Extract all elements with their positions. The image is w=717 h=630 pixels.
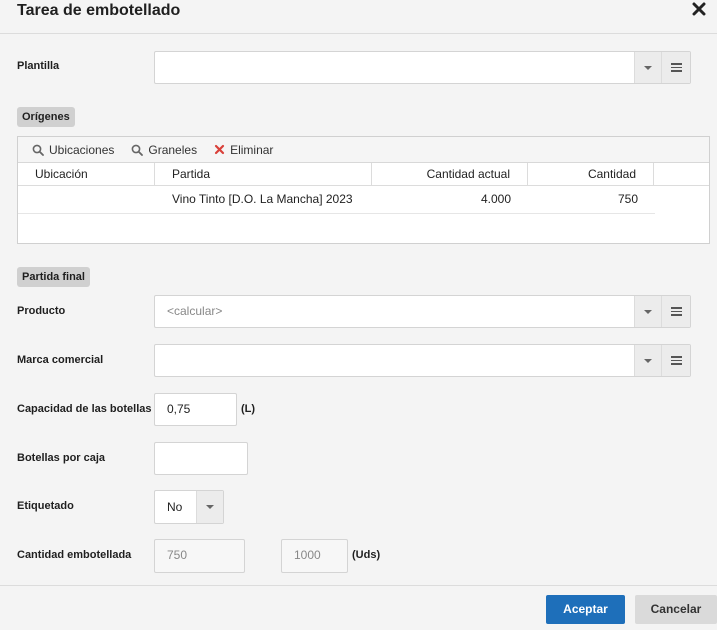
botellas-caja-label: Botellas por caja	[17, 452, 106, 464]
search-icon	[131, 144, 144, 156]
dialog-title: Tarea de embotellado	[17, 2, 181, 19]
menu-icon	[670, 305, 682, 318]
cell-cantidad-actual[interactable]: 4.000	[372, 186, 528, 213]
menu-icon	[670, 354, 682, 367]
chevron-down-icon	[206, 505, 214, 509]
column-header-filler	[654, 163, 709, 185]
origenes-section-label: Orígenes	[17, 107, 75, 127]
etiquetado-select[interactable]: No	[154, 490, 224, 524]
etiquetado-label: Etiquetado	[17, 500, 74, 512]
delete-icon	[214, 144, 225, 155]
eliminar-label: Eliminar	[230, 142, 274, 157]
etiquetado-value[interactable]: No	[167, 491, 182, 523]
column-header-cantidad[interactable]: Cantidad	[528, 163, 654, 185]
column-header-partida[interactable]: Partida	[155, 163, 372, 185]
cell-partida[interactable]: Vino Tinto [D.O. La Mancha] 2023	[155, 186, 372, 213]
cantidad-unit: (Uds)	[352, 549, 381, 561]
capacidad-unit: (L)	[241, 403, 256, 415]
menu-icon	[670, 61, 682, 74]
plantilla-list-button[interactable]	[661, 52, 690, 83]
marca-label: Marca comercial	[17, 354, 104, 366]
cantidad-uds-input[interactable]: 1000	[281, 539, 348, 573]
graneles-button[interactable]: Graneles	[131, 143, 197, 157]
producto-placeholder[interactable]: <calcular>	[167, 296, 222, 327]
table-row[interactable]: Vino Tinto [D.O. La Mancha] 2023 4.000 7…	[18, 186, 655, 214]
search-icon	[32, 144, 44, 156]
chevron-down-icon	[644, 358, 652, 363]
producto-list-button[interactable]	[661, 296, 690, 327]
aceptar-button[interactable]: Aceptar	[546, 595, 625, 624]
producto-label: Producto	[17, 305, 66, 317]
cantidad-litros-input[interactable]: 750	[154, 539, 245, 573]
plantilla-label: Plantilla	[17, 60, 60, 72]
marca-dropdown-button[interactable]	[634, 345, 661, 376]
cell-cantidad[interactable]: 750	[528, 186, 655, 213]
marca-list-button[interactable]	[661, 345, 690, 376]
column-header-ubicacion[interactable]: Ubicación	[18, 163, 155, 185]
chevron-down-icon	[644, 309, 652, 314]
producto-combo[interactable]: <calcular>	[154, 295, 691, 328]
origenes-grid: Ubicaciones Graneles Eliminar Ubicación …	[17, 136, 710, 244]
cell-ubicacion[interactable]	[18, 186, 155, 213]
capacidad-label: Capacidad de las botellas	[17, 403, 152, 415]
producto-dropdown-button[interactable]	[634, 296, 661, 327]
capacidad-input[interactable]: 0,75	[154, 393, 237, 426]
plantilla-combo[interactable]	[154, 51, 691, 84]
cancelar-button[interactable]: Cancelar	[635, 595, 717, 624]
graneles-label: Graneles	[148, 142, 198, 157]
plantilla-dropdown-button[interactable]	[634, 52, 661, 83]
column-header-cantidad-actual[interactable]: Cantidad actual	[372, 163, 528, 185]
ubicaciones-label: Ubicaciones	[49, 142, 115, 157]
partida-final-section-label: Partida final	[17, 267, 90, 287]
grid-header: Ubicación Partida Cantidad actual Cantid…	[18, 163, 709, 186]
eliminar-button[interactable]: Eliminar	[214, 143, 273, 157]
chevron-down-icon	[644, 65, 652, 70]
cantidad-label: Cantidad embotellada	[17, 549, 132, 561]
close-icon[interactable]	[692, 2, 708, 18]
ubicaciones-button[interactable]: Ubicaciones	[32, 143, 114, 157]
marca-combo[interactable]	[154, 344, 691, 377]
origenes-toolbar: Ubicaciones Graneles Eliminar	[18, 137, 709, 163]
botellas-caja-input[interactable]	[154, 442, 248, 475]
header-divider	[0, 33, 717, 34]
etiquetado-dropdown-button[interactable]	[196, 491, 223, 523]
